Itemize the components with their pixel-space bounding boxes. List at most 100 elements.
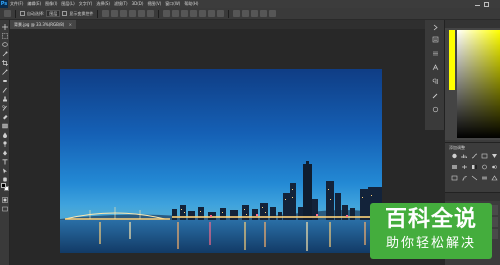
menu-view[interactable]: 视图(V) [145,0,163,8]
minimize-icon[interactable] [475,2,480,6]
distribute-middle-icon[interactable] [172,10,180,17]
distribute-right-icon[interactable] [208,10,216,17]
brush-panel-icon[interactable] [432,92,439,99]
menu-file[interactable]: 文件(F) [8,0,25,8]
show-transform-label: 显示变换控件 [69,10,94,16]
menu-select[interactable]: 选择(S) [94,0,112,8]
quick-select-tool-icon[interactable] [2,51,8,57]
city-night-photo[interactable] [60,69,382,253]
divider [97,9,99,18]
menu-filter[interactable]: 滤镜(T) [112,0,130,8]
path-selection-tool-icon[interactable] [2,168,8,174]
document-tab-title: 背景.jpg @ 33.3%(RGB/8) [14,22,65,27]
healing-brush-tool-icon[interactable] [2,78,8,84]
auto-align-icon[interactable] [217,10,225,17]
marquee-tool-icon[interactable] [2,33,8,39]
posterize-icon[interactable] [461,175,468,181]
threshold-icon[interactable] [471,175,478,181]
gradient-tool-icon[interactable] [2,123,8,129]
watermark-subtitle: 助你轻松解决 [385,236,476,251]
show-transform-checkbox[interactable] [62,11,68,16]
paragraph-panel-icon[interactable] [432,78,439,85]
hue-slider[interactable] [449,30,455,90]
history-panel-icon[interactable] [432,36,439,43]
history-brush-tool-icon[interactable] [2,105,8,111]
close-tab-icon[interactable]: × [69,22,72,27]
brightness-contrast-icon[interactable] [451,153,458,159]
move-tool-preset-icon[interactable] [4,10,11,17]
crop-tool-icon[interactable] [2,60,8,66]
auto-select-dropdown[interactable]: 图层 [46,10,61,17]
menu-help[interactable]: 帮助(H) [182,0,200,8]
divider [228,9,230,18]
lasso-tool-icon[interactable] [2,42,8,48]
photoshop-logo: Ps [0,0,8,8]
photo-filter-icon[interactable] [481,164,488,170]
color-panel [445,20,500,140]
align-center-icon[interactable] [138,10,146,17]
align-middle-icon[interactable] [111,10,119,17]
3d-slide-icon[interactable] [260,10,268,17]
eyedropper-tool-icon[interactable] [2,69,8,75]
canvas-area[interactable] [10,29,425,265]
distribute-top-icon[interactable] [163,10,171,17]
divider [158,9,160,18]
quick-mask-icon[interactable] [2,197,8,203]
maximize-icon[interactable] [484,1,489,7]
color-balance-icon[interactable] [461,164,468,170]
blur-tool-icon[interactable] [2,132,8,138]
tools-panel [0,20,10,265]
properties-panel-icon[interactable] [432,50,439,57]
distribute-bottom-icon[interactable] [181,10,189,17]
menu-image[interactable]: 图像(I) [43,0,59,8]
gradient-map-icon[interactable] [481,175,488,181]
3d-roll-icon[interactable] [242,10,250,17]
black-white-icon[interactable] [471,164,478,170]
panel-dock-strip [425,20,445,130]
move-tool-icon[interactable] [2,24,8,30]
auto-select-checkbox[interactable] [20,11,25,16]
align-bottom-icon[interactable] [120,10,128,17]
distribute-left-icon[interactable] [190,10,198,17]
eraser-tool-icon[interactable] [2,114,8,120]
menu-window[interactable]: 窗口(W) [163,0,182,8]
collapse-panels-icon[interactable] [432,24,439,31]
adjustments-title: 添加调整 [449,145,465,150]
document-tab[interactable]: 背景.jpg @ 33.3%(RGB/8) × [10,20,76,29]
close-window-icon[interactable] [492,2,499,17]
pen-tool-icon[interactable] [2,150,8,156]
invert-icon[interactable] [451,175,458,181]
align-left-icon[interactable] [129,10,137,17]
levels-icon[interactable] [461,153,468,159]
dodge-tool-icon[interactable] [2,141,8,147]
channel-mixer-icon[interactable] [491,164,498,170]
clone-stamp-tool-icon[interactable] [2,96,8,102]
brush-tool-icon[interactable] [2,87,8,93]
exposure-icon[interactable] [481,153,488,159]
align-right-icon[interactable] [147,10,155,17]
foreground-color-swatch[interactable] [1,183,6,188]
screen-mode-icon[interactable] [2,206,8,212]
document-tab-bar: 背景.jpg @ 33.3%(RGB/8) × [10,20,425,29]
curves-icon[interactable] [471,153,478,159]
3d-scale-icon[interactable] [269,10,277,17]
type-tool-icon[interactable] [2,159,8,165]
3d-pan-icon[interactable] [251,10,259,17]
watermark-title: 百科全说 [384,207,477,232]
clone-source-panel-icon[interactable] [432,106,439,113]
divider [15,9,16,18]
hue-saturation-icon[interactable] [451,164,458,170]
hand-tool-icon[interactable] [2,176,8,182]
distribute-center-icon[interactable] [199,10,207,17]
color-picker-field[interactable] [457,30,500,138]
layers-panel-tabs[interactable] [445,193,500,201]
character-panel-icon[interactable] [432,64,439,71]
menu-3d[interactable]: 3D(D) [130,0,146,8]
auto-select-label: 自动选择: [27,10,45,16]
align-top-icon[interactable] [102,10,110,17]
3d-rotate-icon[interactable] [233,10,241,17]
color-panel-tabs[interactable] [445,20,500,28]
vibrance-icon[interactable] [491,153,498,159]
skyline-illustration [60,161,382,253]
selective-color-icon[interactable] [491,175,498,181]
